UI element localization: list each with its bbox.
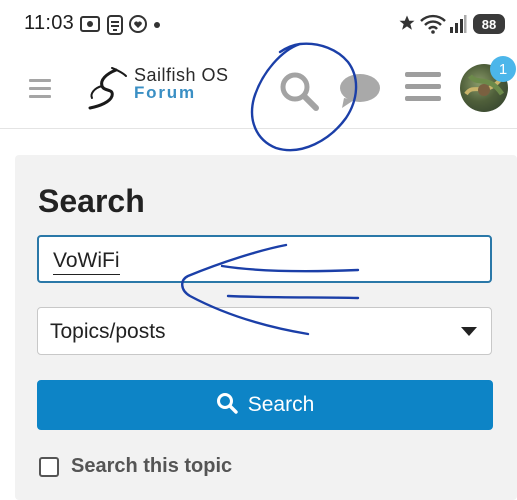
status-bar: 11:03 88 — [0, 0, 517, 52]
forum-header: Sailfish OS Forum 1 — [0, 52, 517, 129]
brand-title[interactable]: Sailfish OS Forum — [134, 66, 229, 102]
search-button-label: Search — [247, 393, 315, 416]
chat-icon[interactable] — [338, 72, 382, 115]
search-icon[interactable] — [278, 70, 320, 117]
battery-icon: 88 — [473, 14, 505, 34]
brand-name: Sailfish OS — [134, 65, 229, 85]
app-icon — [106, 14, 124, 41]
star-icon — [398, 14, 416, 37]
brand-subtitle: Forum — [134, 83, 196, 102]
page-title: Search — [38, 183, 145, 219]
search-input[interactable]: VoWiFi — [37, 235, 492, 283]
search-input-value: VoWiFi — [53, 249, 120, 275]
notification-dot-icon — [154, 22, 160, 28]
menu-icon[interactable] — [405, 72, 441, 108]
status-time: 11:03 — [24, 12, 75, 34]
heart-rate-icon — [128, 14, 148, 39]
notification-badge[interactable]: 1 — [490, 56, 516, 82]
search-this-topic-checkbox[interactable] — [39, 456, 59, 477]
sailfish-logo[interactable] — [86, 66, 130, 112]
search-this-topic-option[interactable]: Search this topic — [39, 455, 232, 478]
wifi-icon — [420, 14, 446, 39]
search-panel: Search VoWiFi Topics/posts Search Search… — [15, 155, 517, 500]
hamburger-menu-icon[interactable] — [29, 79, 51, 103]
search-this-topic-label: Search this topic — [71, 455, 233, 477]
search-button[interactable]: Search — [37, 380, 493, 430]
search-scope-value: Topics/posts — [50, 320, 166, 343]
search-scope-select[interactable]: Topics/posts — [37, 307, 492, 355]
screen-record-icon — [80, 14, 100, 39]
caret-down-icon — [461, 327, 477, 336]
search-button-icon — [216, 392, 238, 419]
signal-icon — [449, 14, 467, 39]
